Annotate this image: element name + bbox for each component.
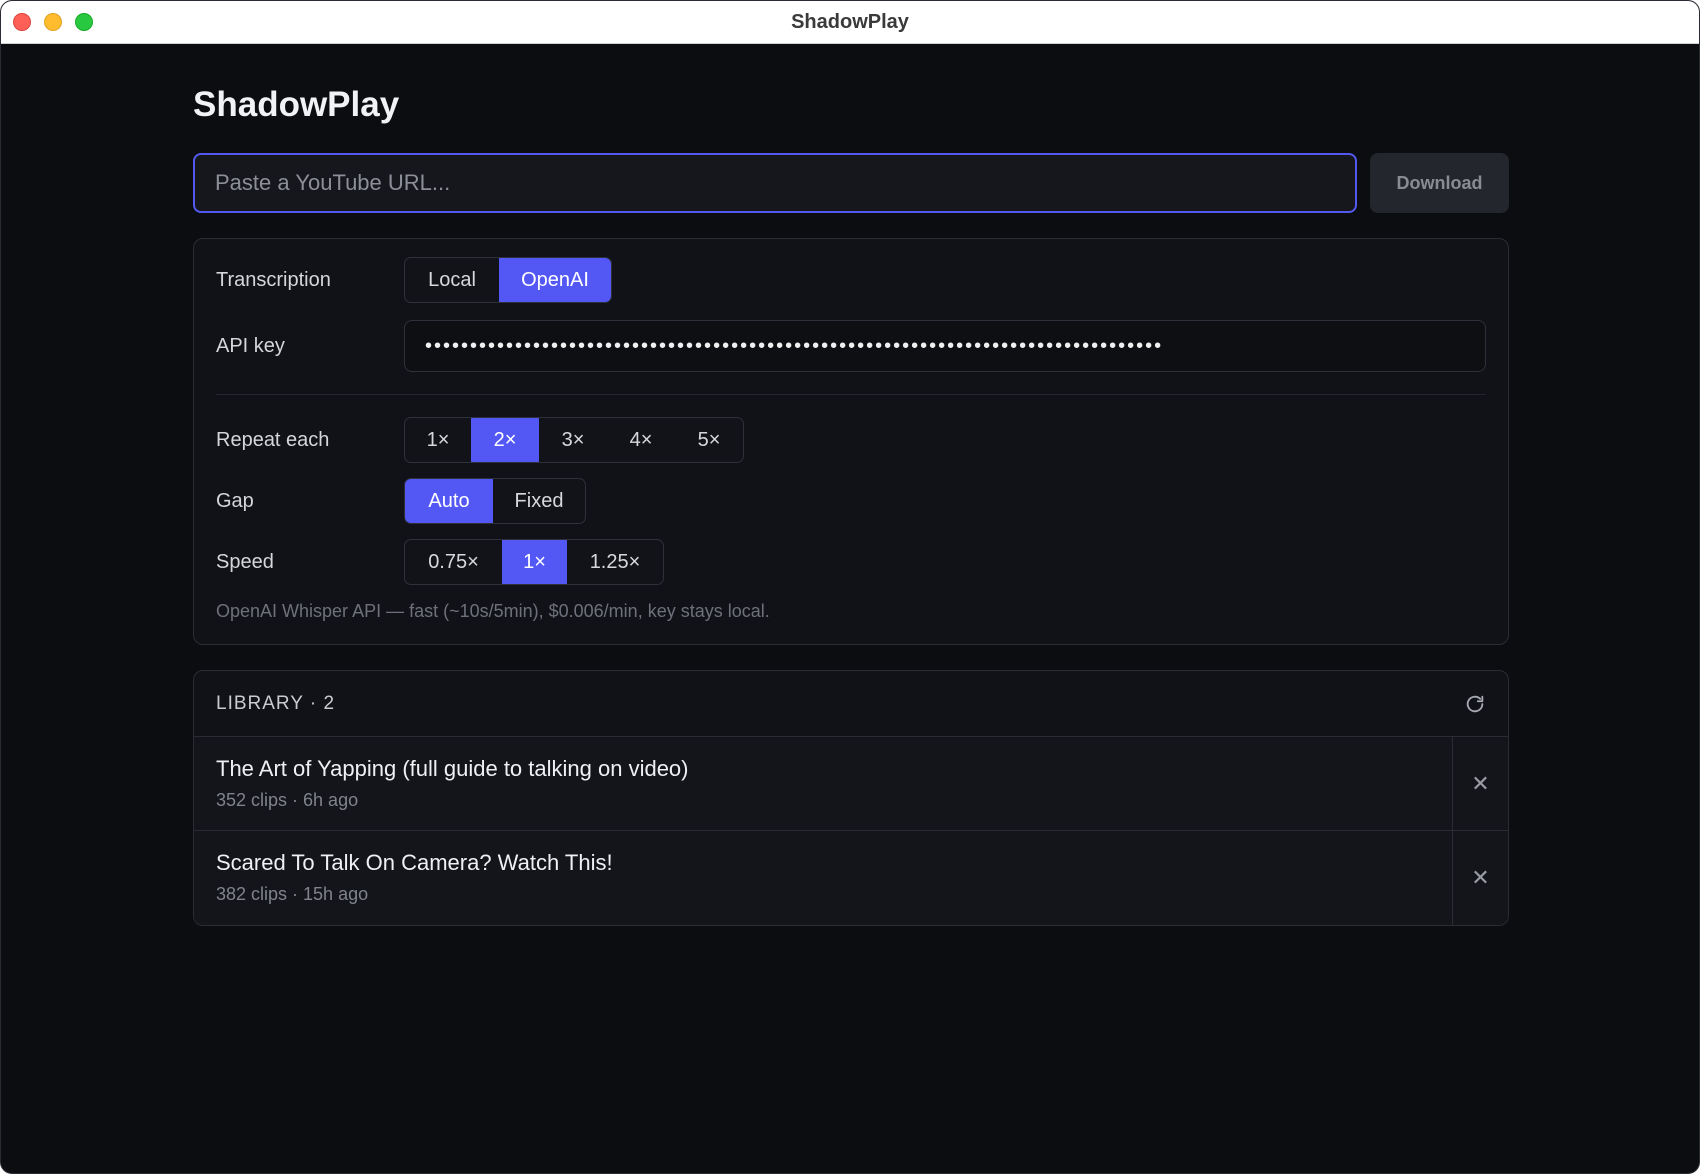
repeat-option-5x[interactable]: 5× xyxy=(675,418,743,462)
main-content: ShadowPlay Download Transcription Local … xyxy=(193,44,1509,926)
close-icon: ✕ xyxy=(1471,865,1490,890)
speed-option-1-25x[interactable]: 1.25× xyxy=(567,540,663,584)
transcription-hint: OpenAI Whisper API — fast (~10s/5min), $… xyxy=(216,601,770,621)
repeat-each-row: Repeat each 1× 2× 3× 4× 5× xyxy=(216,417,1486,463)
gap-toggle: Auto Fixed xyxy=(404,478,586,524)
title-bar: ShadowPlay xyxy=(1,1,1699,44)
settings-panel: Transcription Local OpenAI API key •••••… xyxy=(193,238,1509,645)
library-title: LIBRARY · 2 xyxy=(216,692,336,714)
transcription-option-local[interactable]: Local xyxy=(405,258,499,302)
gap-label: Gap xyxy=(216,489,254,512)
api-key-row: API key ••••••••••••••••••••••••••••••••… xyxy=(216,320,1486,372)
library-item-title: The Art of Yapping (full guide to talkin… xyxy=(216,756,689,781)
library-item-meta: 352 clips · 6h ago xyxy=(216,790,359,810)
speed-option-0-75x[interactable]: 0.75× xyxy=(405,540,502,584)
library-item[interactable]: Scared To Talk On Camera? Watch This! 38… xyxy=(194,831,1508,925)
library-header: LIBRARY · 2 xyxy=(194,671,1508,737)
page-title: ShadowPlay xyxy=(193,85,400,124)
repeat-option-2x[interactable]: 2× xyxy=(471,418,539,462)
url-input[interactable] xyxy=(193,153,1357,213)
gap-row: Gap Auto Fixed xyxy=(216,478,1486,524)
app-window: ShadowPlay ShadowPlay Download Transcrip… xyxy=(0,0,1700,1174)
library-item-title: Scared To Talk On Camera? Watch This! xyxy=(216,850,613,875)
speed-row: Speed 0.75× 1× 1.25× xyxy=(216,539,1486,585)
close-icon: ✕ xyxy=(1471,770,1490,796)
delete-item-button[interactable]: ✕ xyxy=(1452,831,1508,925)
transcription-row: Transcription Local OpenAI xyxy=(216,257,1486,303)
refresh-icon[interactable] xyxy=(1464,693,1486,715)
repeat-each-toggle: 1× 2× 3× 4× 5× xyxy=(404,417,744,463)
repeat-option-1x[interactable]: 1× xyxy=(405,418,471,462)
gap-option-fixed[interactable]: Fixed xyxy=(493,479,585,523)
library-item-meta: 382 clips · 15h ago xyxy=(216,884,369,904)
api-key-label: API key xyxy=(216,334,285,357)
window-title: ShadowPlay xyxy=(791,11,909,33)
speed-toggle: 0.75× 1× 1.25× xyxy=(404,539,664,585)
delete-item-button[interactable]: ✕ xyxy=(1452,737,1508,830)
library-panel: LIBRARY · 2 The Art of Yapping (full gui… xyxy=(193,670,1509,926)
library-item-body[interactable]: Scared To Talk On Camera? Watch This! 38… xyxy=(194,831,1452,925)
gap-option-auto[interactable]: Auto xyxy=(405,479,493,523)
speed-option-1x[interactable]: 1× xyxy=(502,540,567,584)
speed-label: Speed xyxy=(216,550,274,573)
repeat-option-4x[interactable]: 4× xyxy=(607,418,675,462)
transcription-option-openai[interactable]: OpenAI xyxy=(499,258,611,302)
transcription-label: Transcription xyxy=(216,268,331,291)
transcription-toggle: Local OpenAI xyxy=(404,257,612,303)
library-item[interactable]: The Art of Yapping (full guide to talkin… xyxy=(194,737,1508,831)
repeat-each-label: Repeat each xyxy=(216,428,330,451)
library-item-body[interactable]: The Art of Yapping (full guide to talkin… xyxy=(194,737,1452,830)
download-button[interactable]: Download xyxy=(1370,153,1509,213)
api-key-field[interactable]: ••••••••••••••••••••••••••••••••••••••••… xyxy=(404,320,1486,372)
settings-divider xyxy=(216,394,1486,395)
repeat-option-3x[interactable]: 3× xyxy=(539,418,607,462)
url-row: Download xyxy=(193,153,1509,213)
